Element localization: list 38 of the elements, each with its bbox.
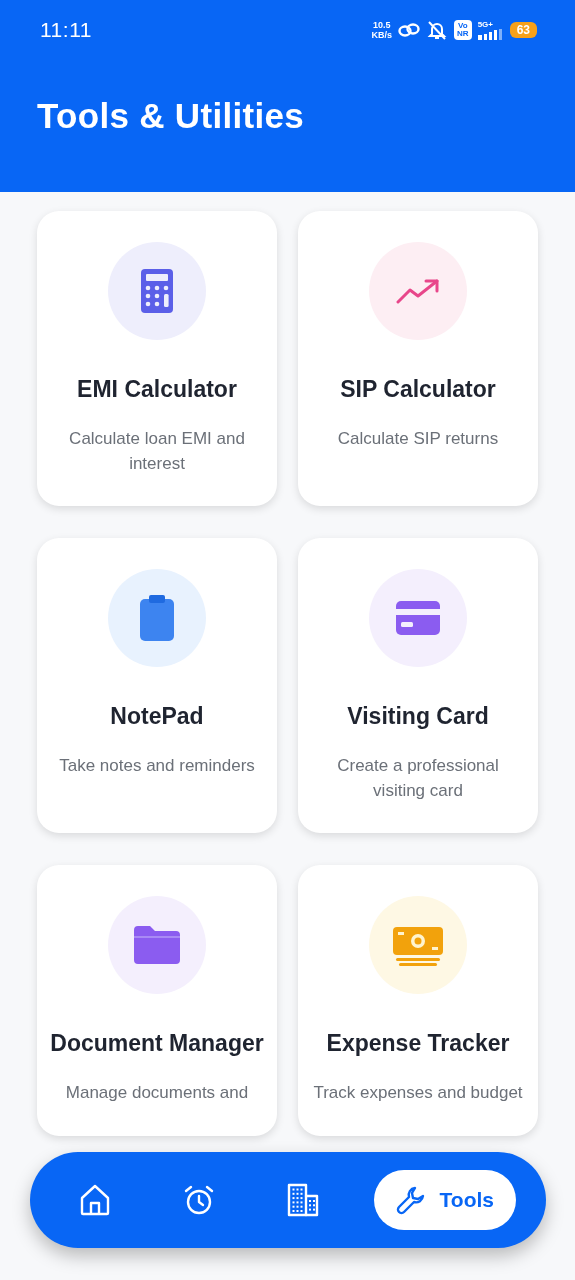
status-time: 11:11 — [40, 18, 92, 42]
credit-card-icon — [396, 601, 440, 635]
folder-icon — [134, 926, 180, 964]
tool-title: Document Manager — [50, 1029, 264, 1058]
tool-description: Manage documents and — [65, 1082, 249, 1104]
signal-icon — [477, 29, 504, 40]
speed-value: 10.5 — [373, 20, 391, 30]
home-icon — [80, 1184, 110, 1216]
network-type: 5G+ — [477, 20, 493, 29]
alarm-clock-icon — [182, 1184, 215, 1216]
tool-description: Calculate loan EMI and interest — [68, 428, 246, 475]
battery-level: 63 — [509, 22, 537, 38]
nav-tab[interactable]: Tools — [373, 1170, 516, 1230]
trending-up-icon — [396, 278, 440, 304]
tool-description: Create a professional visiting card — [336, 755, 500, 802]
tool-description: Take notes and reminders — [59, 755, 255, 777]
tool-card[interactable]: Visiting Card Create a professional visiting card — [298, 538, 538, 833]
tool-card[interactable]: NotePad Take notes and reminders — [37, 538, 277, 833]
tool-card[interactable]: EMI Calculator Calculate loan EMI and interest — [37, 211, 277, 506]
vonr-badge: Vo NR — [454, 20, 472, 40]
tool-card[interactable]: SIP Calculator Calculate SIP returns — [298, 211, 538, 506]
tool-title: Expense Tracker — [326, 1029, 510, 1058]
tool-card[interactable]: Expense Tracker Track expenses and budget — [298, 865, 538, 1136]
tool-description: Calculate SIP returns — [337, 428, 499, 450]
wrench-icon — [395, 1185, 426, 1215]
tool-title: Visiting Card — [347, 702, 489, 731]
tool-title: NotePad — [110, 702, 204, 731]
page-title: Tools & Utilities — [37, 96, 305, 136]
tool-description: Track expenses and budget — [313, 1082, 523, 1104]
calculator-icon — [141, 269, 173, 313]
tool-title: SIP Calculator — [340, 375, 496, 404]
clipboard-icon — [140, 595, 174, 641]
muted-bell-icon — [426, 20, 449, 40]
link-icon — [398, 23, 421, 37]
speed-unit: KB/s — [371, 30, 393, 40]
office-building-icon — [287, 1183, 320, 1217]
tool-card[interactable]: Document Manager Manage documents and — [37, 865, 277, 1136]
tool-title: EMI Calculator — [77, 375, 237, 404]
